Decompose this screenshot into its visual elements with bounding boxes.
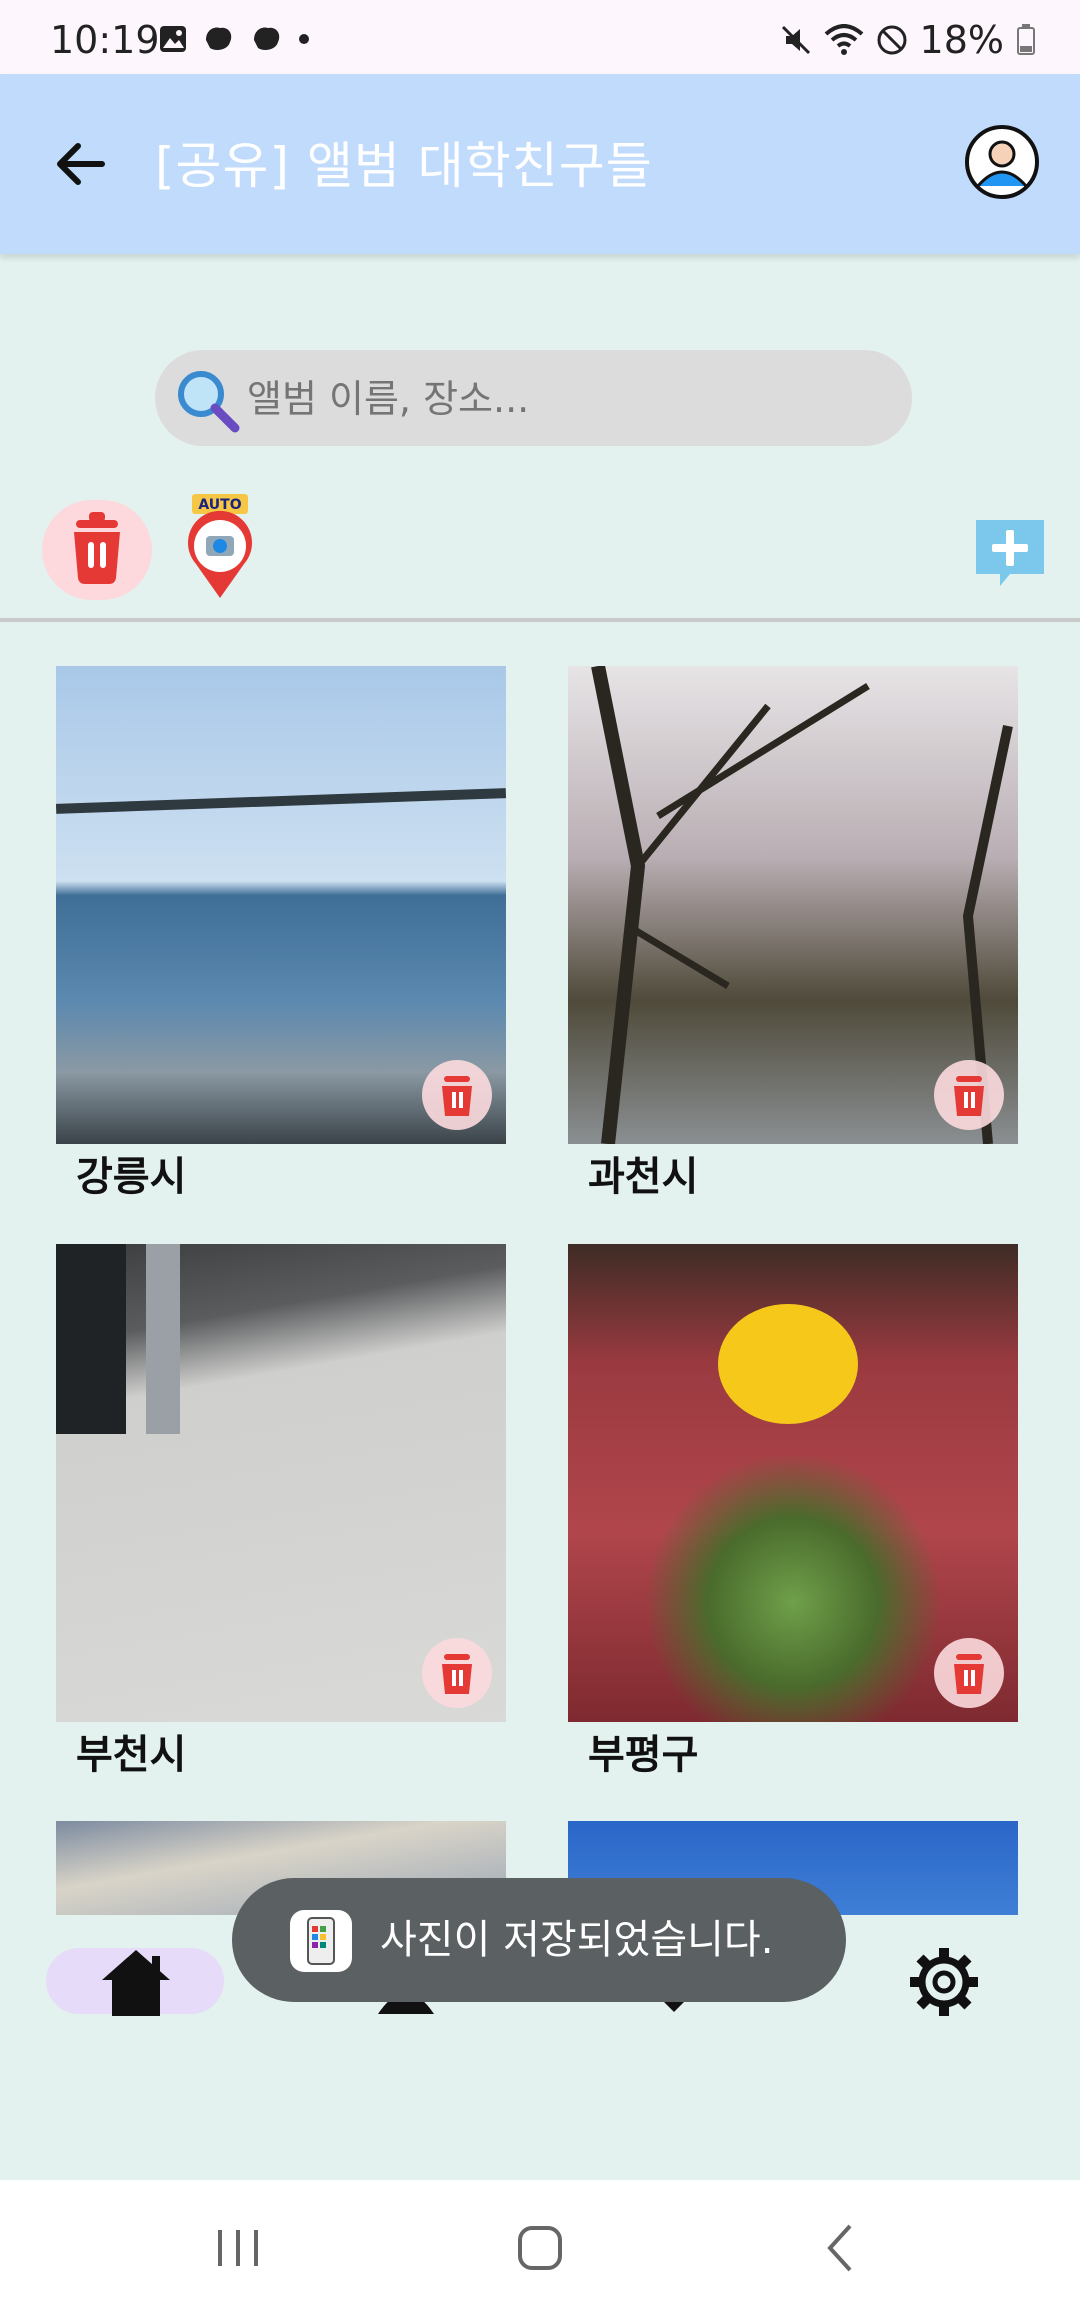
gallery-icon: [160, 26, 186, 52]
back-system-icon[interactable]: [812, 2218, 872, 2278]
trash-icon: [74, 512, 120, 584]
trash-icon: [442, 1076, 472, 1116]
toast-message: 사진이 저장되었습니다.: [380, 1917, 774, 1963]
album-card[interactable]: 부천시: [56, 1244, 506, 1778]
album-thumbnail[interactable]: [56, 666, 506, 1144]
status-bar: 10:19 18%: [0, 0, 1080, 74]
delete-album-button[interactable]: [934, 1638, 1004, 1708]
album-thumbnail[interactable]: [56, 1244, 506, 1722]
delete-album-button[interactable]: [934, 1060, 1004, 1130]
desk-arm: [146, 1244, 180, 1434]
home-icon[interactable]: [96, 1942, 176, 2022]
home-system-icon[interactable]: [510, 2218, 570, 2278]
album-card[interactable]: 과천시: [568, 666, 1018, 1200]
status-time: 10:19: [50, 18, 160, 62]
add-album-button[interactable]: [970, 514, 1050, 594]
divider: [0, 618, 1080, 622]
album-thumbnail[interactable]: [568, 666, 1018, 1144]
trash-icon: [442, 1654, 472, 1694]
monitor: [56, 1244, 126, 1434]
status-right: 18%: [780, 18, 1036, 62]
album-name: 과천시: [588, 1154, 699, 1200]
battery-percent: 18%: [919, 18, 1004, 62]
delete-album-button[interactable]: [422, 1060, 492, 1130]
auto-badge-text: AUTO: [198, 497, 241, 513]
more-notifications-dot-icon: [299, 34, 309, 44]
back-arrow-icon[interactable]: [48, 132, 112, 196]
railing: [56, 788, 506, 814]
wifi-icon: [824, 24, 863, 55]
phone-gallery-icon: [307, 1917, 335, 1965]
album-card[interactable]: 부평구: [568, 1244, 1018, 1778]
mute-icon: [781, 25, 810, 55]
album-name: 부천시: [76, 1732, 187, 1778]
system-navigation-bar: [0, 2180, 1080, 2316]
app-notification-icon: [206, 27, 232, 50]
trash-icon: [954, 1076, 984, 1116]
notification-icons: [158, 24, 310, 54]
app-bar: [공유] 앨범 대학친구들: [0, 74, 1080, 254]
album-name: 강릉시: [76, 1154, 187, 1200]
delete-album-button[interactable]: [422, 1638, 492, 1708]
auto-map-pin-icon: AUTO: [188, 494, 252, 598]
search-bar[interactable]: [155, 350, 912, 448]
page-title: [공유] 앨범 대학친구들: [155, 137, 653, 195]
search-icon: [178, 371, 240, 433]
album-card[interactable]: 강릉시: [56, 666, 506, 1200]
avatar-icon[interactable]: [964, 124, 1040, 200]
album-thumbnail[interactable]: [568, 1244, 1018, 1722]
auto-location-button[interactable]: AUTO: [178, 492, 262, 602]
do-not-disturb-icon: [877, 25, 907, 55]
recent-apps-icon[interactable]: [208, 2218, 268, 2278]
app-icon: [290, 1910, 352, 1972]
album-name: 부평구: [588, 1732, 699, 1778]
delete-mode-button[interactable]: [42, 500, 152, 600]
toast: 사진이 저장되었습니다.: [232, 1878, 846, 2002]
trash-icon: [954, 1654, 984, 1694]
battery-icon: [1017, 24, 1035, 55]
app-notification-icon: [254, 27, 280, 50]
search-input[interactable]: [245, 350, 849, 448]
gear-icon[interactable]: [904, 1942, 984, 2022]
egg-yolk: [718, 1304, 858, 1424]
